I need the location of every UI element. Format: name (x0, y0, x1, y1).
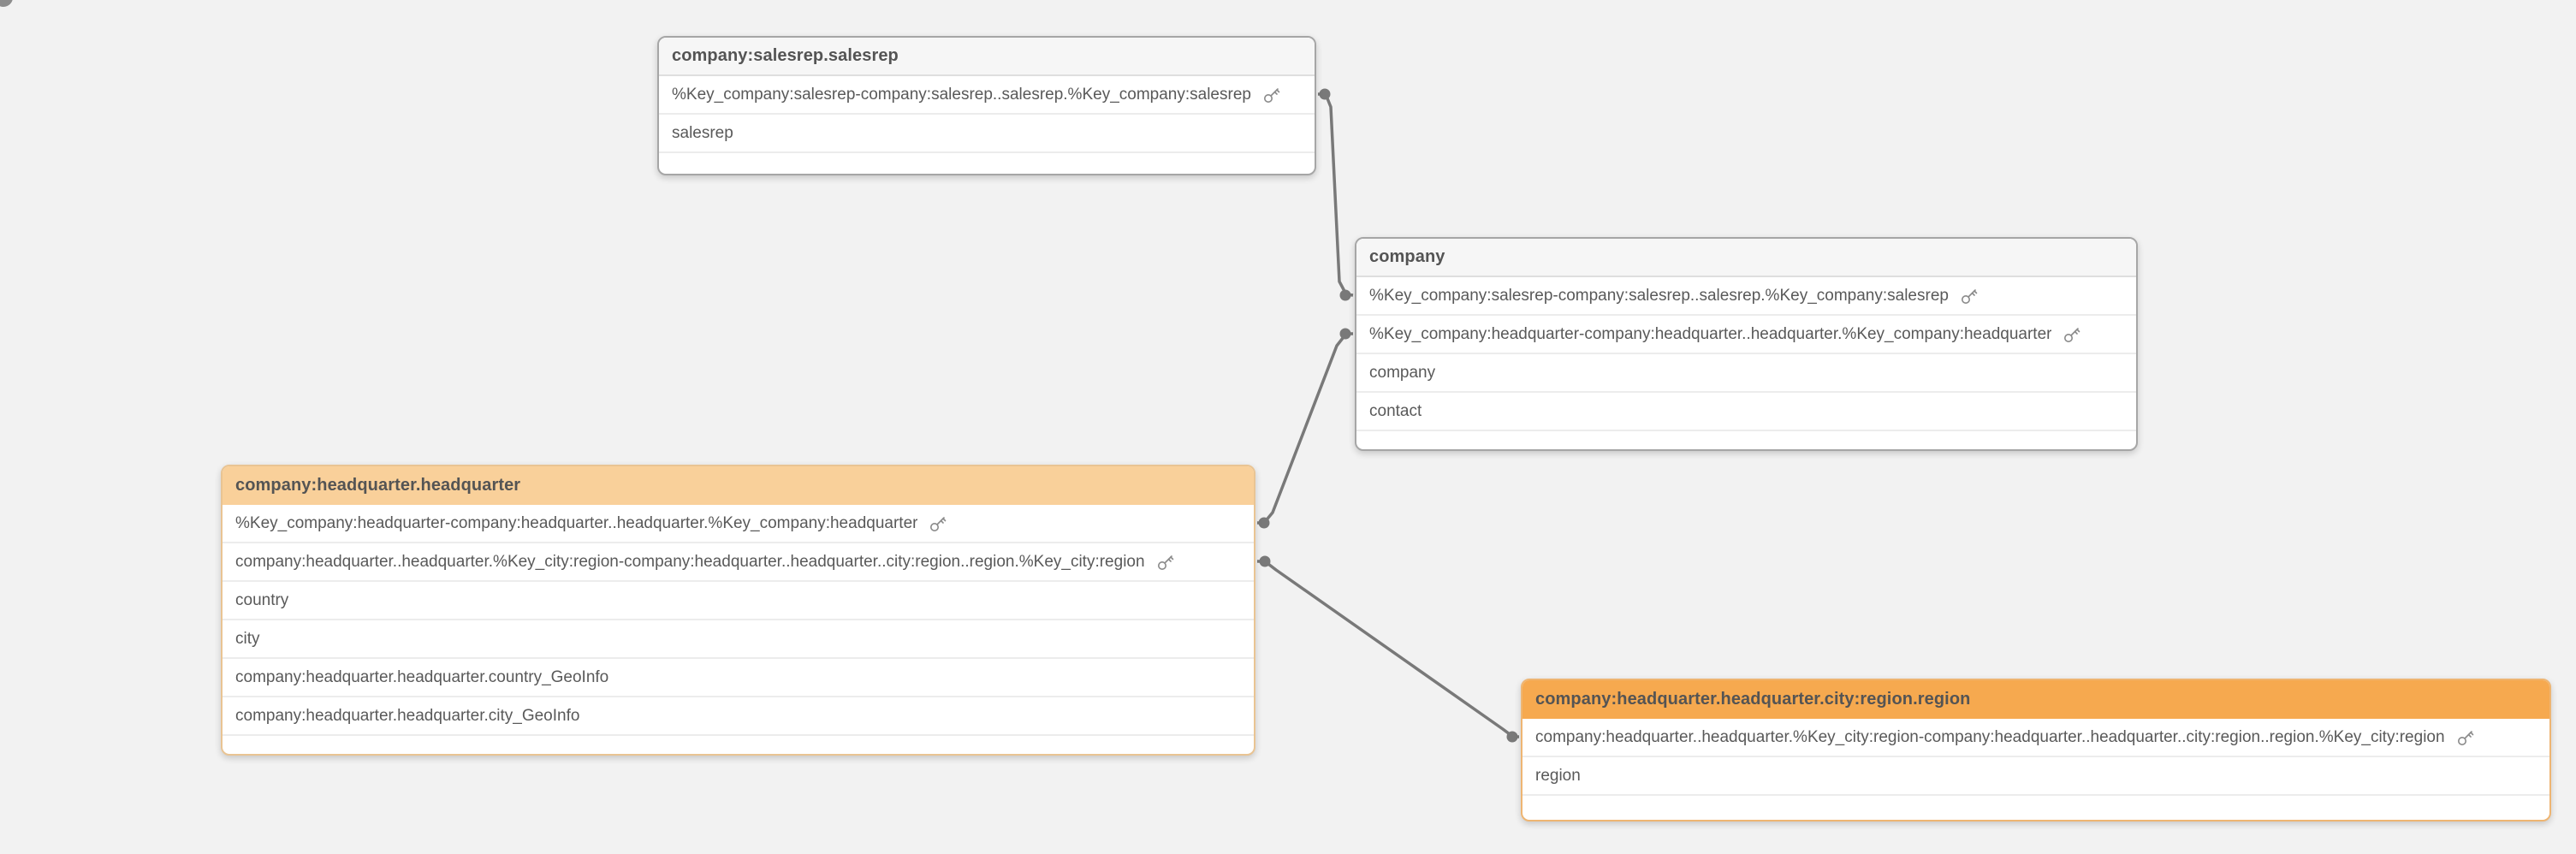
table-region[interactable]: company:headquarter.headquarter.city:reg… (1521, 679, 2551, 821)
field-row[interactable]: region (1522, 757, 2549, 796)
field-row[interactable]: %Key_company:salesrep-company:salesrep..… (659, 76, 1315, 115)
key-icon (928, 513, 948, 534)
table-company[interactable]: company %Key_company:salesrep-company:sa… (1355, 237, 2138, 451)
table-header[interactable]: company:headquarter.headquarter (223, 466, 1254, 505)
table-header[interactable]: company (1356, 239, 2136, 277)
table-header[interactable]: company:headquarter.headquarter.city:reg… (1522, 680, 2549, 719)
key-icon (2062, 324, 2082, 345)
field-name: company:headquarter.headquarter.country_… (235, 668, 608, 687)
data-model-canvas[interactable]: company:salesrep.salesrep %Key_company:s… (0, 0, 2576, 854)
key-icon (1155, 552, 1176, 572)
association-company-headquarter[interactable] (1257, 329, 1353, 529)
field-name: region (1535, 767, 1581, 786)
field-name: company:headquarter.headquarter.city_Geo… (235, 707, 579, 726)
field-row[interactable]: company (1356, 354, 2136, 393)
field-name: contact (1369, 402, 1422, 421)
association-salesrep-company[interactable] (1318, 89, 1353, 301)
field-row[interactable]: company:headquarter..headquarter.%Key_ci… (223, 543, 1254, 582)
field-row[interactable]: %Key_company:headquarter-company:headqua… (1356, 316, 2136, 354)
key-icon (1261, 85, 1282, 105)
field-row[interactable]: city (223, 620, 1254, 659)
table-title: company (1369, 247, 1445, 267)
field-name: %Key_company:salesrep-company:salesrep..… (1369, 287, 1949, 305)
key-icon (2455, 727, 2476, 748)
table-company-salesrep-salesrep[interactable]: company:salesrep.salesrep %Key_company:s… (657, 36, 1316, 175)
field-row[interactable]: %Key_company:salesrep-company:salesrep..… (1356, 277, 2136, 316)
table-title: company:headquarter.headquarter.city:reg… (1535, 690, 1970, 709)
table-title: company:salesrep.salesrep (672, 46, 899, 66)
field-row[interactable]: company:headquarter..headquarter.%Key_ci… (1522, 719, 2549, 757)
field-name: salesrep (672, 124, 733, 143)
field-name: %Key_company:headquarter-company:headqua… (235, 514, 917, 533)
field-name: %Key_company:headquarter-company:headqua… (1369, 325, 2051, 344)
field-name: company:headquarter..headquarter.%Key_ci… (1535, 728, 2445, 747)
field-name: country (235, 591, 288, 610)
field-row[interactable]: country (223, 582, 1254, 620)
field-name: company (1369, 364, 1435, 383)
table-company-headquarter-headquarter[interactable]: company:headquarter.headquarter %Key_com… (221, 465, 1255, 756)
field-row[interactable]: contact (1356, 393, 2136, 431)
key-icon (1959, 286, 1979, 306)
field-name: company:headquarter..headquarter.%Key_ci… (235, 553, 1145, 572)
table-header[interactable]: company:salesrep.salesrep (659, 38, 1315, 76)
clipped-connector-dot (0, 0, 13, 7)
field-row[interactable]: salesrep (659, 115, 1315, 153)
table-title: company:headquarter.headquarter (235, 476, 520, 495)
field-name: %Key_company:salesrep-company:salesrep..… (672, 86, 1251, 104)
field-row[interactable]: company:headquarter.headquarter.city_Geo… (223, 697, 1254, 736)
field-row[interactable]: %Key_company:headquarter-company:headqua… (223, 505, 1254, 543)
field-name: city (235, 630, 260, 649)
association-headquarter-region[interactable] (1257, 556, 1519, 743)
field-row[interactable]: company:headquarter.headquarter.country_… (223, 659, 1254, 697)
